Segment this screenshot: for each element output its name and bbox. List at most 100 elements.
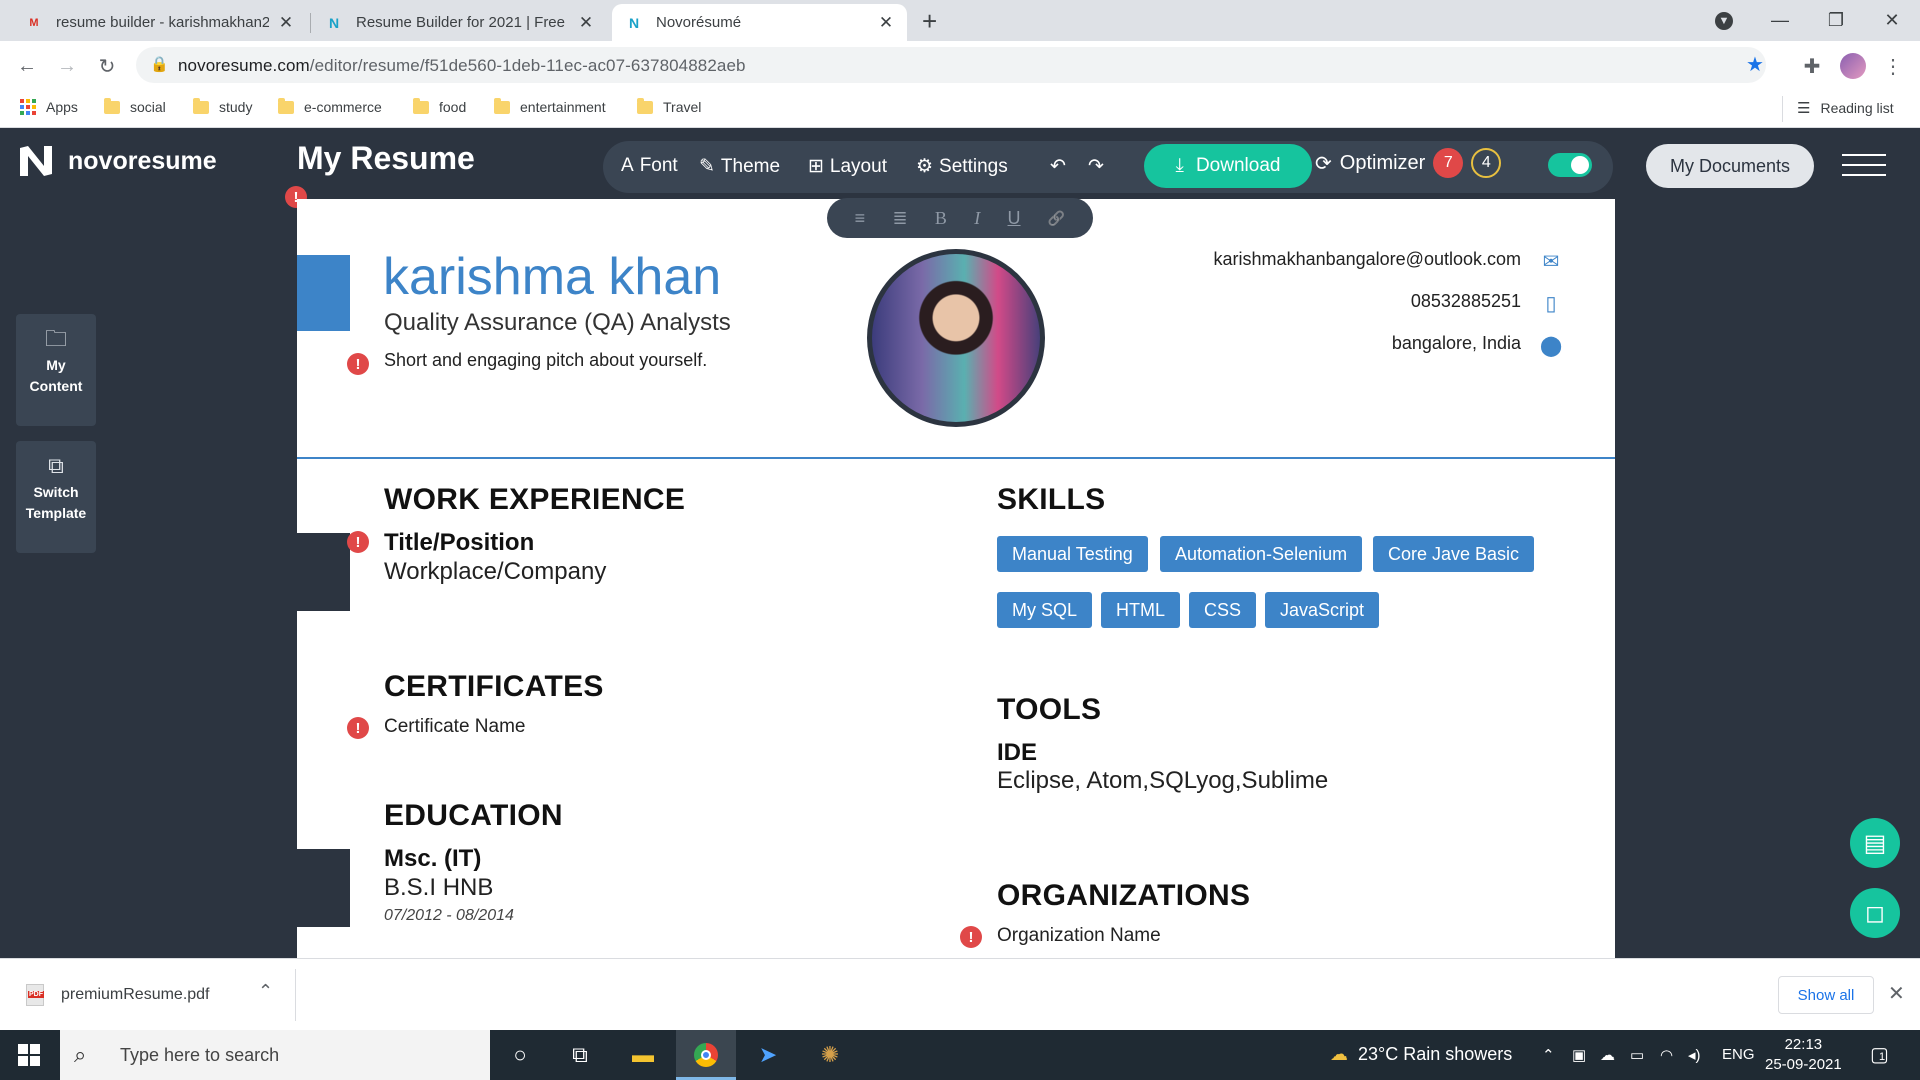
contact-location[interactable]: bangalore, India — [1392, 333, 1521, 354]
file-explorer-icon[interactable]: ▬ — [628, 1040, 658, 1070]
show-all-button[interactable]: Show all — [1778, 976, 1874, 1014]
bookmark-apps[interactable]: Apps — [20, 99, 78, 115]
tab-search-icon[interactable]: ▼ — [1696, 0, 1752, 41]
bookmark-travel[interactable]: Travel — [637, 97, 701, 115]
education-heading[interactable]: EDUCATION — [384, 799, 563, 833]
link-icon[interactable]: 🔗 — [1048, 210, 1065, 227]
notification-icon[interactable]: ▢ 1 — [1870, 1042, 1889, 1067]
wifi-icon[interactable]: ◠ — [1660, 1046, 1673, 1064]
underline-icon[interactable]: U — [1008, 208, 1021, 229]
bookmark-study[interactable]: study — [193, 97, 252, 115]
more-menu-icon[interactable]: ⋮ — [1876, 49, 1910, 83]
organizations-heading[interactable]: ORGANIZATIONS — [997, 879, 1250, 913]
resume-role[interactable]: Quality Assurance (QA) Analysts — [384, 309, 731, 337]
clock[interactable]: 22:13 25-09-2021 — [1765, 1035, 1842, 1075]
onedrive-icon[interactable]: ☁ — [1600, 1046, 1615, 1064]
skill-tag[interactable]: Core Jave Basic — [1373, 536, 1535, 572]
close-tab-icon[interactable]: ✕ — [577, 13, 595, 33]
optimizer-toggle[interactable] — [1548, 153, 1592, 177]
warning-icon[interactable]: ! — [347, 353, 369, 375]
windows-start-icon[interactable] — [18, 1044, 40, 1066]
layout-button[interactable]: ⊞ Layout — [808, 155, 887, 178]
document-title[interactable]: My Resume — [297, 140, 475, 177]
contact-email[interactable]: karishmakhanbangalore@outlook.com — [1214, 249, 1521, 270]
close-shelf-icon[interactable]: ✕ — [1888, 981, 1905, 1006]
taskbar-search[interactable]: ⌕ Type here to search — [60, 1030, 490, 1080]
tab-novoresume[interactable]: N Novorésumé ✕ — [612, 4, 907, 41]
device-icon[interactable]: ▣ — [1572, 1046, 1586, 1064]
bookmark-entertainment[interactable]: entertainment — [494, 97, 606, 115]
close-tab-icon[interactable]: ✕ — [877, 13, 895, 33]
download-button[interactable]: ⤓ Download — [1144, 144, 1312, 188]
volume-icon[interactable]: ◂) — [1688, 1046, 1701, 1064]
chat-icon[interactable]: ◻ — [1850, 888, 1900, 938]
extensions-icon[interactable]: ✚ — [1795, 49, 1829, 83]
tab-resume-builder[interactable]: N Resume Builder for 2021 | Free R ✕ — [312, 4, 607, 41]
skill-tag[interactable]: HTML — [1101, 592, 1180, 628]
tools-list[interactable]: Eclipse, Atom,SQLyog,Sublime — [997, 767, 1328, 795]
download-file-name[interactable]: premiumResume.pdf — [61, 986, 210, 1004]
warning-icon[interactable]: ! — [347, 531, 369, 553]
battery-icon[interactable]: ▭ — [1630, 1046, 1644, 1064]
skill-tag[interactable]: JavaScript — [1265, 592, 1380, 628]
settings-button[interactable]: ⚙ Settings — [916, 155, 1008, 178]
chrome-icon[interactable] — [691, 1040, 721, 1070]
bookmark-e-commerce[interactable]: e-commerce — [278, 97, 382, 115]
skill-tag[interactable]: Manual Testing — [997, 536, 1148, 572]
work-experience-heading[interactable]: WORK EXPERIENCE — [384, 483, 685, 517]
novoresume-logo[interactable]: novoresume — [18, 144, 217, 178]
work-title[interactable]: Title/Position — [384, 529, 534, 557]
close-window-icon[interactable]: ✕ — [1864, 0, 1920, 41]
warning-icon[interactable]: ! — [960, 926, 982, 948]
align-justify-icon[interactable]: ≣ — [892, 208, 907, 229]
education-dates[interactable]: 07/2012 - 08/2014 — [384, 907, 514, 925]
minimize-icon[interactable]: — — [1752, 0, 1808, 41]
warning-icon[interactable]: ! — [347, 717, 369, 739]
contact-phone[interactable]: 08532885251 — [1411, 291, 1521, 312]
my-documents-button[interactable]: My Documents — [1646, 144, 1814, 188]
bookmark-social[interactable]: social — [104, 97, 166, 115]
skill-tag[interactable]: My SQL — [997, 592, 1093, 628]
work-company[interactable]: Workplace/Company — [384, 558, 606, 586]
organization-item[interactable]: Organization Name — [997, 925, 1161, 947]
tools-category[interactable]: IDE — [997, 739, 1037, 767]
reload-icon[interactable]: ↻ — [90, 49, 124, 83]
resume-name[interactable]: karishma khan — [383, 247, 721, 307]
forward-icon[interactable]: → — [50, 49, 84, 83]
profile-avatar[interactable] — [1836, 49, 1870, 83]
theme-button[interactable]: ✎ Theme — [699, 155, 780, 178]
cortana-icon[interactable]: ○ — [505, 1040, 535, 1070]
settings-gear-app-icon[interactable]: ✺ — [815, 1040, 845, 1070]
education-degree[interactable]: Msc. (IT) — [384, 845, 481, 873]
education-school[interactable]: B.S.I HNB — [384, 874, 493, 902]
chevron-up-icon[interactable]: ⌃ — [258, 981, 273, 1002]
skill-tag[interactable]: Automation-Selenium — [1160, 536, 1363, 572]
skills-heading[interactable]: SKILLS — [997, 483, 1105, 517]
restore-icon[interactable]: ❐ — [1808, 0, 1864, 41]
italic-icon[interactable]: I — [974, 208, 980, 229]
language-indicator[interactable]: ENG — [1722, 1046, 1755, 1063]
reading-list-button[interactable]: ☰ Reading list — [1797, 99, 1894, 117]
certificates-heading[interactable]: CERTIFICATES — [384, 670, 604, 704]
notes-icon[interactable]: ▤ — [1850, 818, 1900, 868]
tab-gmail[interactable]: M resume builder - karishmakhan2 ✕ — [12, 4, 307, 41]
resume-pitch[interactable]: Short and engaging pitch about yourself. — [384, 350, 707, 371]
new-tab-icon[interactable]: + — [922, 6, 937, 37]
redo-button[interactable]: ↷ — [1088, 155, 1104, 178]
optimizer-button[interactable]: ⟳ Optimizer 7 4 — [1315, 148, 1502, 178]
tools-heading[interactable]: TOOLS — [997, 693, 1101, 727]
task-view-icon[interactable]: ⧉ — [565, 1040, 595, 1070]
app-arrow-icon[interactable]: ➤ — [753, 1040, 783, 1070]
back-icon[interactable]: ← — [10, 49, 44, 83]
bold-icon[interactable]: B — [935, 208, 947, 229]
certificate-item[interactable]: Certificate Name — [384, 716, 526, 738]
weather-widget[interactable]: ☁ 23°C Rain showers — [1330, 1044, 1512, 1065]
skill-tag[interactable]: CSS — [1189, 592, 1257, 628]
bookmark-star-icon[interactable]: ★ — [1746, 52, 1764, 77]
profile-photo[interactable] — [867, 249, 1045, 427]
address-bar[interactable]: 🔒 novoresume.com/editor/resume/f51de560-… — [136, 47, 1766, 83]
hamburger-menu-icon[interactable] — [1842, 154, 1886, 178]
font-button[interactable]: A Font — [621, 155, 678, 177]
close-tab-icon[interactable]: ✕ — [277, 13, 295, 33]
bookmark-food[interactable]: food — [413, 97, 466, 115]
